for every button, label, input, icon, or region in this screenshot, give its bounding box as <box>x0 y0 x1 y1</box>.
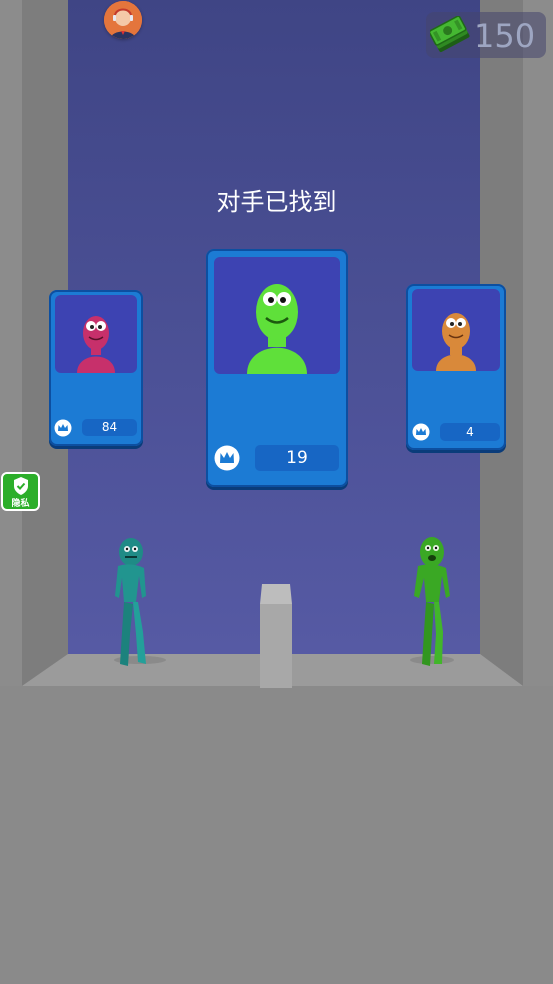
card-score: 84 <box>82 419 137 436</box>
cash-stack-icon <box>430 16 470 52</box>
card-score: 4 <box>440 423 500 441</box>
opponent-found-title: 对手已找到 <box>216 188 337 216</box>
crown-icon <box>412 423 430 441</box>
player-avatar[interactable] <box>104 1 142 39</box>
cash-value: 150 <box>474 17 536 55</box>
crown-icon <box>214 445 240 471</box>
card-portrait <box>412 289 500 371</box>
green-fighter-character <box>410 537 454 666</box>
opponent-card-right: 4 <box>406 284 506 450</box>
card-portrait <box>214 257 340 374</box>
opponent-card-left: 84 <box>49 290 143 446</box>
teal-fighter-character <box>114 538 166 666</box>
avatar-icon <box>104 1 142 39</box>
card-portrait <box>55 295 137 373</box>
privacy-label: 隐私 <box>11 499 30 509</box>
green-monster-portrait <box>247 284 307 374</box>
center-pillar <box>260 604 292 688</box>
crown-icon <box>54 419 72 437</box>
arena-background <box>0 0 553 984</box>
shield-check-icon <box>14 477 28 495</box>
opponent-card-center: 19 <box>206 249 348 487</box>
ground <box>0 686 553 984</box>
pink-monster-portrait <box>77 316 115 373</box>
card-score: 19 <box>255 445 339 471</box>
orange-monster-portrait <box>436 313 476 371</box>
